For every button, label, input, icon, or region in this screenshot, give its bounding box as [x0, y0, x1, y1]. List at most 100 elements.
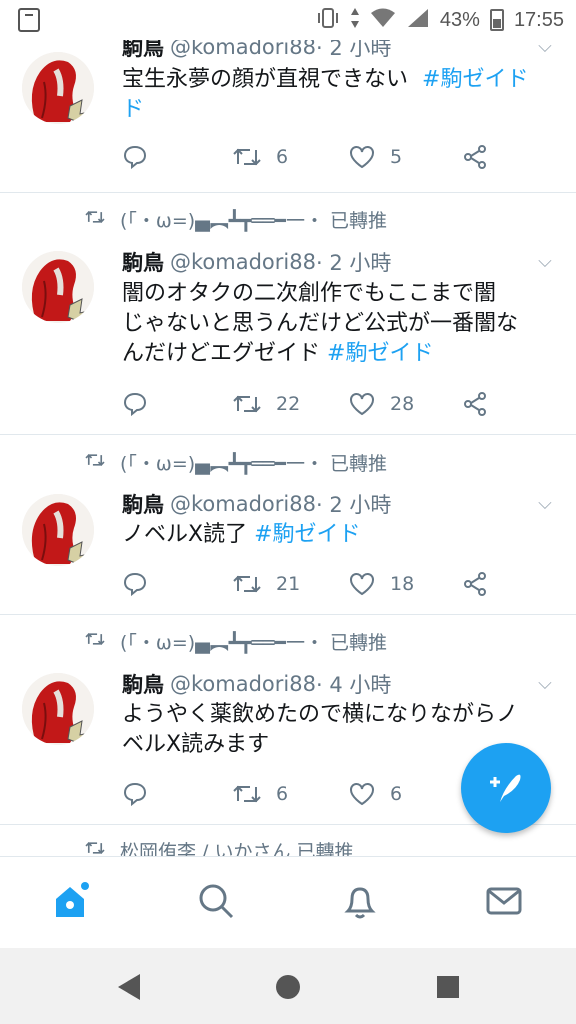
- home-icon: [56, 882, 89, 917]
- clock: 17:55: [513, 8, 564, 31]
- share-icon: [464, 392, 486, 416]
- tweet-header: 駒鳥 @komadori88 · 2 小時: [122, 489, 391, 519]
- tweet-actions: 6 6: [122, 779, 502, 809]
- hashtag-link[interactable]: #駒ゼイド: [254, 522, 360, 547]
- like-count: 5: [390, 146, 403, 168]
- user-handle[interactable]: @komadori88: [170, 672, 316, 696]
- retweeted-by[interactable]: (「・ω=)▄︻┻┳══━一・ 已轉推: [84, 450, 387, 475]
- user-handle[interactable]: @komadori88: [170, 492, 316, 516]
- chevron-down-icon[interactable]: ⌵: [536, 251, 554, 272]
- like-button[interactable]: 28: [348, 391, 462, 417]
- avatar-illustration: [22, 251, 94, 323]
- retweeter-label: (「・ω=)▄︻┻┳══━一・ 已轉推: [120, 631, 388, 654]
- back-button[interactable]: [112, 970, 146, 1004]
- reply-button[interactable]: [122, 144, 232, 170]
- tweet-time: · 2 小時: [315, 251, 392, 275]
- retweeted-by[interactable]: 松岡侑李 / いかさん 已轉推: [84, 838, 354, 856]
- reply-icon: [123, 782, 147, 807]
- compose-tweet-button[interactable]: [461, 743, 551, 833]
- tweet[interactable]: (「・ω=)▄︻┻┳══━一・ 已轉推 駒鳥 @komadori88 · 2 小…: [0, 193, 576, 435]
- like-count: 18: [390, 573, 415, 595]
- tab-home[interactable]: [52, 881, 92, 921]
- retweeter-label: (「・ω=)▄︻┻┳══━一・ 已轉推: [120, 209, 388, 232]
- reply-icon: [123, 145, 147, 170]
- reply-button[interactable]: [122, 781, 232, 807]
- home-nav-button[interactable]: [271, 970, 305, 1004]
- tweet-text-line: んだけどエグゼイド: [122, 341, 321, 366]
- retweet-icon: [233, 575, 261, 593]
- retweet-button[interactable]: 6: [232, 781, 348, 807]
- retweet-small-icon: [84, 451, 110, 474]
- like-button[interactable]: 6: [348, 781, 462, 807]
- retweet-count: 6: [276, 783, 289, 805]
- retweet-small-icon: [84, 630, 110, 653]
- tweet-text: ノベルX読了 #駒ゼイド: [122, 520, 562, 550]
- bottom-tab-bar: [0, 856, 576, 948]
- avatar[interactable]: [22, 494, 94, 566]
- display-name[interactable]: 駒鳥: [122, 247, 164, 277]
- tweet-text-line: 闇のオタクの二次創作でもここまで闇: [122, 281, 497, 306]
- retweet-icon: [233, 148, 261, 166]
- timeline[interactable]: 駒鳥 @komadori88 · 2 小時 ⌵ 宝生永夢の顔が直視できない #駒…: [0, 40, 576, 856]
- battery-percent: 43%: [439, 8, 480, 31]
- hashtag-link[interactable]: #駒ゼイド: [422, 67, 528, 92]
- user-handle[interactable]: @komadori88: [170, 250, 316, 274]
- like-count: 6: [390, 783, 403, 805]
- tab-messages[interactable]: [484, 881, 524, 921]
- share-icon: [464, 145, 486, 169]
- wifi-icon: [370, 7, 396, 34]
- like-button[interactable]: 18: [348, 571, 462, 597]
- retweet-count: 6: [276, 146, 289, 168]
- retweeted-by[interactable]: (「・ω=)▄︻┻┳══━一・ 已轉推: [84, 207, 388, 232]
- display-name[interactable]: 駒鳥: [122, 489, 164, 519]
- heart-icon: [350, 783, 374, 806]
- retweet-button[interactable]: 6: [232, 144, 348, 170]
- tab-search[interactable]: [196, 881, 236, 921]
- hashtag-link[interactable]: #駒ゼイド: [327, 341, 433, 366]
- messages-icon: [486, 887, 522, 915]
- heart-icon: [350, 573, 374, 596]
- tweet-actions: 6 5: [122, 142, 502, 172]
- reply-button[interactable]: [122, 571, 232, 597]
- tweet-text-line: じゃないと思うんだけど公式が一番闇な: [122, 311, 519, 336]
- tweet[interactable]: (「・ω=)▄︻┻┳══━一・ 已轉推 駒鳥 @komadori88 · 2 小…: [0, 435, 576, 615]
- display-name[interactable]: 駒鳥: [122, 669, 164, 699]
- avatar[interactable]: [22, 52, 94, 124]
- share-button[interactable]: [462, 391, 502, 417]
- heart-icon: [350, 146, 374, 169]
- signal-icon: [406, 7, 430, 34]
- chevron-down-icon[interactable]: ⌵: [536, 40, 554, 57]
- tweet-time: · 2 小時: [315, 493, 392, 517]
- chevron-down-icon[interactable]: ⌵: [536, 493, 554, 514]
- share-button[interactable]: [462, 571, 502, 597]
- retweet-count: 21: [276, 573, 301, 595]
- tweet-header: 駒鳥 @komadori88 · 2 小時: [122, 247, 391, 277]
- hashtag-link-wrap[interactable]: ド: [122, 97, 144, 122]
- tweet-text-line: ベルX読みます: [122, 732, 270, 757]
- avatar[interactable]: [22, 251, 94, 323]
- compose-tweet-icon: [490, 774, 521, 802]
- retweet-icon: [233, 395, 261, 413]
- tweet[interactable]: 駒鳥 @komadori88 · 2 小時 ⌵ 宝生永夢の顔が直視できない #駒…: [0, 40, 576, 193]
- avatar[interactable]: [22, 673, 94, 745]
- recents-button[interactable]: [431, 970, 465, 1004]
- user-handle[interactable]: @komadori88: [170, 40, 316, 59]
- tweet-text: 宝生永夢の顔が直視できない #駒ゼイド ド: [122, 65, 562, 125]
- tweet-actions: 22 28: [122, 389, 502, 419]
- retweeted-by[interactable]: (「・ω=)▄︻┻┳══━一・ 已轉推: [84, 629, 388, 654]
- share-button[interactable]: [462, 144, 502, 170]
- avatar-illustration: [22, 673, 94, 745]
- share-icon: [464, 572, 486, 596]
- reply-button[interactable]: [122, 391, 232, 417]
- like-button[interactable]: 5: [348, 144, 462, 170]
- retweet-button[interactable]: 22: [232, 391, 348, 417]
- chevron-down-icon[interactable]: ⌵: [536, 673, 554, 694]
- display-name[interactable]: 駒鳥: [122, 40, 164, 62]
- retweet-icon: [233, 785, 261, 803]
- tweet-text: 闇のオタクの二次創作でもここまで闇 じゃないと思うんだけど公式が一番闇な んだけ…: [122, 279, 562, 369]
- retweet-button[interactable]: 21: [232, 571, 348, 597]
- tab-notifications[interactable]: [340, 881, 380, 921]
- tweet-header: 駒鳥 @komadori88 · 2 小時: [122, 40, 391, 62]
- screenshot-notification-icon: [18, 8, 40, 32]
- data-arrows-icon: [350, 7, 360, 34]
